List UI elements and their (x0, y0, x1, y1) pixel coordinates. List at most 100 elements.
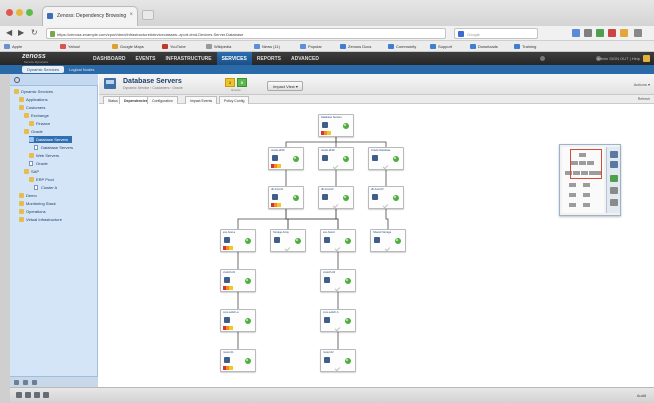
zoom-in-icon[interactable] (610, 151, 618, 158)
tree-item[interactable]: Cluster A (34, 184, 57, 191)
bookmark-item[interactable]: Apple (4, 43, 22, 50)
graph-node[interactable]: vswitch-01 (220, 269, 256, 292)
zenoss-logo[interactable]: zenoss Service Dynamics (22, 53, 80, 64)
tree-item[interactable]: Operations (19, 208, 46, 215)
tree-item[interactable]: Web Servers (29, 152, 59, 159)
graph-node[interactable]: Database Servers (318, 114, 354, 137)
back-button[interactable]: ◀ (6, 28, 12, 38)
forward-button[interactable]: ▶ (18, 28, 24, 38)
nav-events[interactable]: EVENTS (131, 52, 161, 65)
tab-close-icon[interactable]: × (129, 12, 133, 18)
bookmark-item[interactable]: Zenoss Docs (340, 43, 371, 50)
bookmark-item[interactable]: Training (514, 43, 536, 50)
tab-configuration[interactable]: Configuration (147, 96, 178, 104)
url-input[interactable]: https://zenoss.example.com/zport/dmd/inf… (46, 28, 446, 39)
list-icon[interactable] (43, 392, 49, 398)
extension-icon[interactable] (596, 29, 604, 37)
tree-item[interactable]: Finance (29, 120, 50, 127)
search-icon[interactable] (14, 77, 20, 83)
tree-item[interactable]: Monitoring Stack (19, 200, 56, 207)
extension-icon[interactable] (572, 29, 580, 37)
bookmark-item[interactable]: Community (388, 43, 416, 50)
graph-node[interactable]: router-01 (220, 349, 256, 372)
bookmark-item[interactable]: Google Maps (112, 43, 144, 50)
bookmark-item[interactable]: Downloads (470, 43, 498, 50)
event-count-warning[interactable]: 1 (225, 78, 235, 87)
tree-item[interactable]: Applications (19, 96, 48, 103)
graph-minimap[interactable] (559, 144, 621, 216)
close-window-button[interactable] (6, 9, 13, 16)
audit-link[interactable]: Audit (637, 393, 646, 398)
print-icon[interactable] (610, 199, 618, 206)
user-icon[interactable] (643, 55, 650, 62)
minimap-overview[interactable] (562, 147, 604, 213)
gear-icon[interactable] (32, 380, 37, 385)
graph-node[interactable]: router-02 (320, 349, 356, 372)
nav-reports[interactable]: REPORTS (252, 52, 286, 65)
nav-infrastructure[interactable]: INFRASTRUCTURE (161, 52, 217, 65)
tree-item[interactable]: Database Servers (34, 144, 73, 151)
tab-policy-config[interactable]: Policy Config (219, 96, 250, 104)
subtab-logical-nodes[interactable]: Logical Nodes (64, 66, 99, 73)
event-count-clear[interactable]: 0 (237, 78, 247, 87)
menu-icon[interactable] (634, 29, 642, 37)
remove-icon[interactable] (23, 380, 28, 385)
reload-button[interactable]: ↻ (31, 28, 38, 38)
new-tab-button[interactable] (142, 10, 154, 20)
graph-node[interactable]: esx-host-b (320, 229, 356, 252)
minimap-viewport[interactable] (570, 149, 602, 179)
subtab-dynamic-services[interactable]: Dynamic Services (22, 66, 65, 73)
browser-search-input[interactable]: Google (454, 28, 538, 39)
extension-icon[interactable] (584, 29, 592, 37)
nav-advanced[interactable]: ADVANCED (286, 52, 324, 65)
nav-dashboard[interactable]: DASHBOARD (88, 52, 131, 65)
grid-icon[interactable] (34, 392, 40, 398)
graph-node[interactable]: oracle-db01 (268, 147, 304, 170)
graph-node[interactable]: oracle-db02 (318, 147, 354, 170)
tree-item[interactable]: Customers (19, 104, 45, 111)
graph-node[interactable]: Shared Storage (370, 229, 406, 252)
extension-icon[interactable] (620, 29, 628, 37)
layout-icon[interactable] (610, 187, 618, 194)
graph-node[interactable]: Oracle Database (368, 147, 404, 170)
graph-node[interactable]: vswitch-02 (320, 269, 356, 292)
impact-view-button[interactable]: Impact View ▾ (267, 81, 303, 91)
user-links[interactable]: admin SIGN OUT | Help (597, 56, 640, 61)
graph-node[interactable]: esx-host-a (220, 229, 256, 252)
graph-node[interactable]: core-switch-a (220, 309, 256, 332)
bookmark-item[interactable]: YouTube (162, 43, 186, 50)
extension-icon[interactable] (608, 29, 616, 37)
nav-services[interactable]: SERVICES (216, 52, 252, 65)
tree-item[interactable]: Virtual Infrastructure (19, 216, 62, 223)
bookmark-item[interactable]: Yahoo! (60, 43, 80, 50)
bookmark-item[interactable]: News (11) (254, 43, 280, 50)
add-icon[interactable] (14, 380, 19, 385)
graph-node[interactable]: core-switch-b (320, 309, 356, 332)
zoom-out-icon[interactable] (610, 161, 618, 168)
graph-node[interactable]: db-host-03 (368, 186, 404, 209)
tree-item[interactable]: Exchange (24, 112, 49, 119)
bookmark-item[interactable]: Wikipedia (206, 43, 231, 50)
minimize-window-button[interactable] (16, 9, 23, 16)
tree-item[interactable]: Demo (19, 192, 37, 199)
tree-item[interactable]: Oracle (29, 160, 48, 167)
refresh-link[interactable]: Refresh (638, 97, 650, 101)
bookmark-item[interactable]: Popular (300, 43, 322, 50)
tab-impact-events[interactable]: Impact Events (185, 96, 218, 104)
browser-tab[interactable]: Zenoss: Dependency Browsing × (42, 6, 138, 26)
search-icon[interactable] (540, 56, 545, 61)
tree-item[interactable]: Dynamic Services (14, 88, 53, 95)
graph-node[interactable]: db-host-01 (268, 186, 304, 209)
graph-node[interactable]: db-host-02 (318, 186, 354, 209)
tree-item[interactable]: SAP (24, 168, 39, 175)
add-icon[interactable] (16, 392, 22, 398)
actions-menu[interactable]: Actions ▾ (634, 82, 650, 87)
tree-item[interactable]: Database Servers (29, 136, 73, 143)
fit-view-icon[interactable] (610, 175, 618, 182)
remove-icon[interactable] (25, 392, 31, 398)
bookmark-item[interactable]: Support (430, 43, 452, 50)
graph-node[interactable]: Storage Array (270, 229, 306, 252)
tree-item[interactable]: ERP Prod (29, 176, 54, 183)
zoom-window-button[interactable] (26, 9, 33, 16)
tree-item[interactable]: Oracle (24, 128, 43, 135)
